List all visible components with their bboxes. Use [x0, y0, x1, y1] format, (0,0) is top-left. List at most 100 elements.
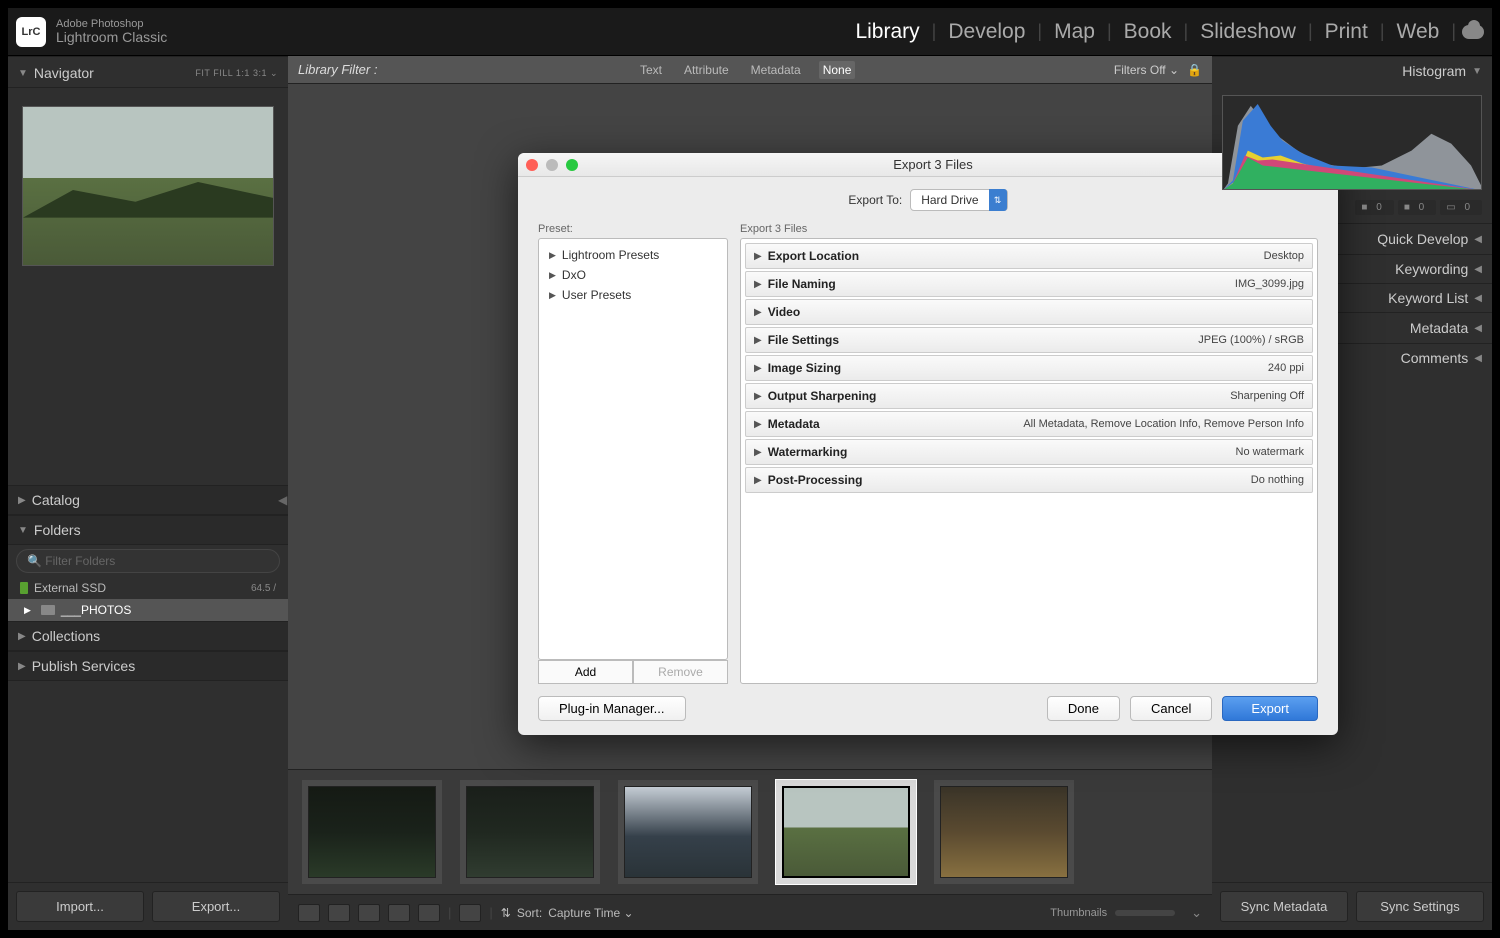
- catalog-header[interactable]: ▶ Catalog: [8, 485, 288, 515]
- thumbnail[interactable]: [460, 780, 600, 884]
- filter-folders-input[interactable]: 🔍 Filter Folders: [16, 549, 280, 573]
- export-confirm-button[interactable]: Export: [1222, 696, 1318, 721]
- thumbnail[interactable]: [302, 780, 442, 884]
- thumbnail[interactable]: [618, 780, 758, 884]
- preset-item[interactable]: ▶Lightroom Presets: [539, 245, 727, 265]
- select-arrow-icon: ⇅: [989, 189, 1007, 211]
- chevron-down-icon: ▼: [18, 525, 28, 536]
- sync-settings-button[interactable]: Sync Settings: [1356, 891, 1484, 922]
- navigator-title: Navigator: [34, 65, 94, 81]
- chevron-right-icon: ▶: [754, 363, 762, 374]
- done-button[interactable]: Done: [1047, 696, 1120, 721]
- preset-item[interactable]: ▶User Presets: [539, 285, 727, 305]
- chevron-down-icon: ▼: [1472, 66, 1482, 77]
- section-value: Do nothing: [1251, 474, 1304, 486]
- export-section[interactable]: ▶ Video: [745, 299, 1313, 325]
- folders-title: Folders: [34, 522, 81, 538]
- module-slideshow[interactable]: Slideshow: [1188, 20, 1308, 44]
- chevron-right-icon: ▶: [18, 631, 26, 642]
- painter-tool[interactable]: [459, 904, 481, 922]
- sort-value[interactable]: Capture Time ⌄: [548, 906, 633, 920]
- sort-direction-icon[interactable]: ⇅: [501, 906, 511, 920]
- folders-header[interactable]: ▼ Folders: [8, 515, 288, 545]
- navigator-zoom-options[interactable]: FIT FILL 1:1 3:1 ⌄: [195, 68, 278, 79]
- navigator-header[interactable]: ▼ Navigator FIT FILL 1:1 3:1 ⌄: [8, 56, 288, 88]
- chevron-right-icon: ▶: [754, 307, 762, 318]
- preset-item[interactable]: ▶DxO: [539, 265, 727, 285]
- thumbnail-size-slider[interactable]: [1115, 910, 1175, 916]
- thumbnail[interactable]: [934, 780, 1074, 884]
- export-section[interactable]: ▶File SettingsJPEG (100%) / sRGB: [745, 327, 1313, 353]
- chevron-right-icon: ▶: [24, 605, 31, 616]
- section-title: Video: [768, 305, 800, 319]
- publish-header[interactable]: ▶ Publish Services: [8, 651, 288, 681]
- export-to-select[interactable]: Hard Drive ⇅: [910, 189, 1007, 211]
- folder-name: ___PHOTOS: [61, 603, 131, 617]
- sync-metadata-button[interactable]: Sync Metadata: [1220, 891, 1348, 922]
- filters-off-dropdown[interactable]: Filters Off ⌄: [1114, 63, 1179, 77]
- module-map[interactable]: Map: [1042, 20, 1107, 44]
- app-title: Adobe Photoshop Lightroom Classic: [56, 18, 167, 45]
- collections-header[interactable]: ▶ Collections: [8, 621, 288, 651]
- folder-icon: [41, 605, 55, 615]
- import-button[interactable]: Import...: [16, 891, 144, 922]
- chevron-down-icon[interactable]: ⌄: [1191, 905, 1202, 921]
- section-title: Watermarking: [768, 445, 848, 459]
- module-web[interactable]: Web: [1385, 20, 1452, 44]
- cloud-icon[interactable]: [1462, 25, 1484, 39]
- thumbnails-label: Thumbnails: [1050, 907, 1107, 919]
- export-section[interactable]: ▶Output SharpeningSharpening Off: [745, 383, 1313, 409]
- section-title: File Settings: [768, 333, 839, 347]
- filter-none[interactable]: None: [819, 61, 856, 79]
- grid-view-button[interactable]: [298, 904, 320, 922]
- module-develop[interactable]: Develop: [936, 20, 1037, 44]
- module-print[interactable]: Print: [1313, 20, 1380, 44]
- module-book[interactable]: Book: [1112, 20, 1184, 44]
- histogram[interactable]: [1222, 95, 1482, 190]
- chevron-right-icon: ▶: [754, 447, 762, 458]
- histogram-title: Histogram: [1402, 63, 1466, 79]
- export-section[interactable]: ▶ Post-Processing Do nothing: [745, 467, 1313, 493]
- disk-name: External SSD: [34, 581, 106, 595]
- collections-title: Collections: [32, 628, 100, 644]
- export-section[interactable]: ▶MetadataAll Metadata, Remove Location I…: [745, 411, 1313, 437]
- plugin-manager-button[interactable]: Plug‑in Manager...: [538, 696, 686, 721]
- remove-preset-button[interactable]: Remove: [633, 660, 728, 684]
- navigator-preview[interactable]: [22, 106, 274, 266]
- people-view-button[interactable]: [418, 904, 440, 922]
- filter-metadata[interactable]: Metadata: [747, 61, 805, 79]
- chevron-right-icon: ▶: [18, 661, 26, 672]
- disk-row[interactable]: External SSD 64.5 /: [8, 577, 288, 599]
- histogram-header[interactable]: Histogram ▼: [1212, 56, 1492, 85]
- chevron-left-icon: ◀: [1474, 264, 1482, 275]
- loupe-view-button[interactable]: [328, 904, 350, 922]
- catalog-title: Catalog: [32, 492, 80, 508]
- export-button[interactable]: Export...: [152, 891, 280, 922]
- lock-icon[interactable]: 🔒: [1187, 63, 1202, 77]
- folder-row[interactable]: ▶ ___PHOTOS: [8, 599, 288, 621]
- chevron-right-icon: ▶: [754, 475, 762, 486]
- expand-left-icon[interactable]: ◀: [278, 493, 287, 507]
- filter-attribute[interactable]: Attribute: [680, 61, 733, 79]
- section-value: No watermark: [1236, 446, 1304, 458]
- cancel-button[interactable]: Cancel: [1130, 696, 1212, 721]
- compare-view-button[interactable]: [358, 904, 380, 922]
- add-preset-button[interactable]: Add: [538, 660, 633, 684]
- section-value: IMG_3099.jpg: [1235, 278, 1304, 290]
- module-library[interactable]: Library: [843, 20, 931, 44]
- sort-label: Sort:: [517, 906, 542, 920]
- section-value: 240 ppi: [1268, 362, 1304, 374]
- thumbnail-selected[interactable]: [776, 780, 916, 884]
- export-section[interactable]: ▶File NamingIMG_3099.jpg: [745, 271, 1313, 297]
- chevron-right-icon: ▶: [754, 251, 762, 262]
- chevron-right-icon: ▶: [754, 391, 762, 402]
- export-section[interactable]: ▶Export LocationDesktop: [745, 243, 1313, 269]
- export-section[interactable]: ▶ Watermarking No watermark: [745, 439, 1313, 465]
- section-title: Post-Processing: [768, 473, 863, 487]
- section-value: JPEG (100%) / sRGB: [1198, 334, 1304, 346]
- section-title: Export Location: [768, 249, 859, 263]
- filter-text[interactable]: Text: [636, 61, 666, 79]
- survey-view-button[interactable]: [388, 904, 410, 922]
- export-section[interactable]: ▶Image Sizing240 ppi: [745, 355, 1313, 381]
- section-title: File Naming: [768, 277, 836, 291]
